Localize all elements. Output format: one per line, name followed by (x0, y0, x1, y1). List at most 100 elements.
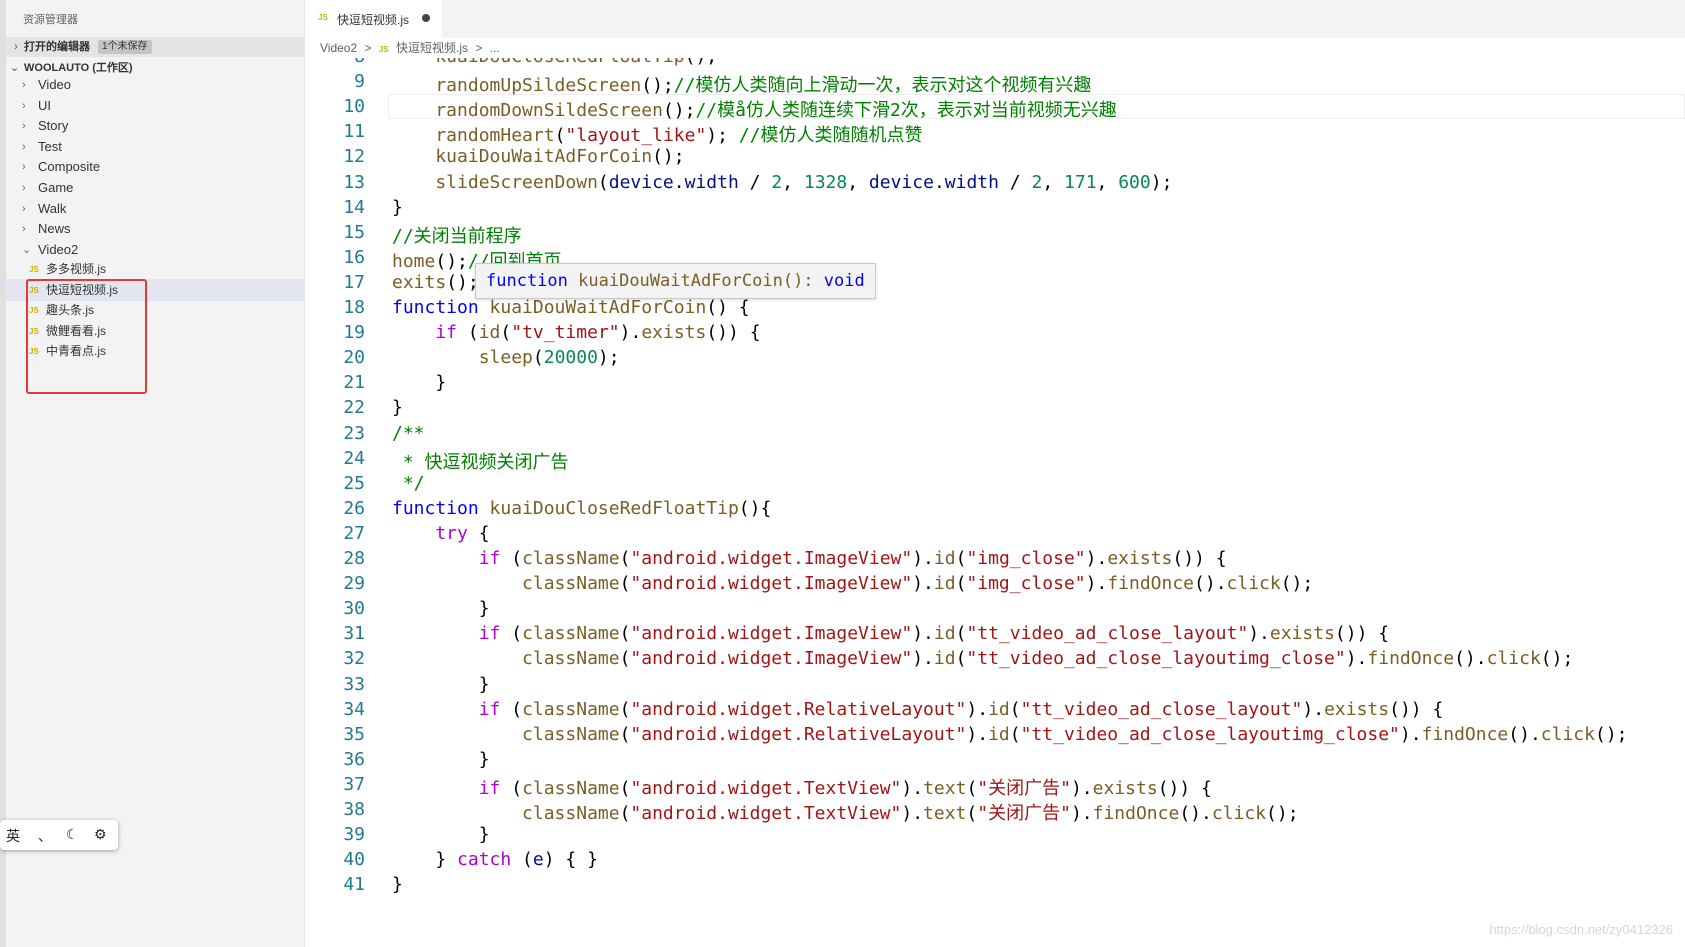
code-line[interactable]: } (392, 674, 490, 695)
code-line[interactable]: } (392, 824, 490, 845)
folder-video[interactable]: › Video (6, 74, 304, 96)
code-token: exists (1107, 548, 1173, 569)
code-token: slideScreenDown (392, 171, 598, 193)
code-token: ( (955, 623, 967, 645)
line-number: 41 (343, 874, 365, 896)
line-number: 31 (343, 623, 365, 645)
code-line[interactable]: } catch (e) { } (392, 849, 598, 870)
code-editor[interactable]: 8 kuaiDouCloseRedFloatTip();9 randomUpSi… (305, 58, 1685, 947)
line-number: 25 (343, 472, 365, 494)
explorer-sidebar: 资源管理器 › 打开的编辑器 1个未保存 ⌄ WOOLAUTO (工作区) › V… (0, 0, 305, 947)
code-line[interactable]: if (className("android.widget.ImageView"… (392, 623, 1389, 644)
code-token: 600 (1118, 171, 1151, 193)
folder-test[interactable]: › Test (6, 136, 304, 158)
folder-label: Video (38, 77, 72, 92)
code-line[interactable]: */ (392, 473, 425, 494)
folder-ui[interactable]: › UI (6, 95, 304, 117)
code-line[interactable]: className("android.widget.ImageView").id… (392, 648, 1573, 669)
code-token: ( (619, 548, 631, 569)
code-token: //关闭当前程序 (392, 225, 522, 247)
code-token: } (392, 824, 490, 846)
code-line[interactable]: if (className("android.widget.RelativeLa… (392, 698, 1444, 720)
code-line[interactable]: try { (392, 523, 489, 544)
code-token: "android.widget.RelativeLayout" (630, 723, 967, 745)
code-line[interactable]: } (392, 749, 490, 770)
folder-label: Walk (38, 200, 67, 216)
code-line[interactable]: kuaiDouWaitAdForCoin(); (392, 146, 684, 167)
open-editors-label: 打开的编辑器 (24, 41, 90, 53)
code-token: ). (912, 623, 934, 645)
code-token: /** (392, 422, 425, 444)
ime-punct-toggle[interactable]: 、 (38, 826, 52, 846)
code-line[interactable]: * 快逗视频关闭广告 (392, 448, 569, 474)
code-token: ). (1248, 623, 1270, 645)
code-token: "tt_video_ad_close_layout" (966, 623, 1249, 645)
code-token: (); (435, 250, 468, 272)
code-line[interactable]: /** (392, 423, 425, 444)
code-line[interactable]: } (392, 874, 403, 895)
code-line[interactable]: slideScreenDown(device.width / 2, 1328, … (392, 172, 1172, 193)
breadcrumb-folder[interactable]: Video2 (320, 41, 357, 55)
unsaved-badge: 1个未保存 (98, 40, 152, 54)
code-line[interactable]: //关闭当前程序 (392, 222, 522, 248)
line-number: 26 (343, 497, 365, 519)
code-token: , (1096, 171, 1119, 193)
code-token: "android.widget.ImageView" (630, 623, 913, 645)
code-line[interactable]: randomHeart("layout_like"); //模仿人类随随机点赞 (392, 121, 922, 147)
code-token: ( (619, 648, 631, 670)
code-line[interactable]: function kuaiDouCloseRedFloatTip(){ (392, 498, 771, 519)
code-line[interactable]: if (id("tv_timer").exists()) { (392, 322, 760, 343)
code-token: ( (619, 623, 631, 645)
code-token: function (392, 297, 479, 318)
code-token: "layout_like" (565, 125, 707, 147)
ime-lang-toggle[interactable]: 英 (6, 826, 20, 846)
code-line[interactable]: if (className("android.widget.TextView")… (392, 774, 1212, 800)
code-token: click (1226, 573, 1281, 595)
code-line[interactable]: } (392, 598, 490, 619)
unsaved-dot-icon[interactable] (422, 14, 430, 22)
code-token: 2 (1031, 171, 1043, 193)
code-token: findOnce (1367, 648, 1455, 670)
file-item[interactable]: JS 多多视频.js (6, 258, 304, 280)
code-token: , (847, 171, 869, 193)
code-line[interactable]: className("android.widget.ImageView").id… (392, 573, 1313, 594)
code-token: ( (554, 125, 566, 147)
code-token: ). (1085, 548, 1108, 569)
folder-composite[interactable]: › Composite (6, 156, 304, 178)
tab-kuaidou[interactable]: JS 快逗短视频.js (305, 0, 442, 38)
code-line[interactable]: } (392, 372, 446, 393)
code-line[interactable]: } (392, 197, 403, 218)
code-line[interactable]: if (className("android.widget.ImageView"… (392, 548, 1227, 569)
breadcrumb-file[interactable]: 快逗短视频.js (396, 41, 468, 55)
folder-label: Test (38, 138, 62, 154)
code-line[interactable]: randomUpSildeScreen();//模仿人类随向上滑动一次，表示对这… (392, 71, 1091, 97)
ime-toolbar[interactable]: 英 、 ☾ ⚙ (0, 820, 118, 850)
code-token: className (392, 648, 620, 670)
open-editors-section[interactable]: › 打开的编辑器 1个未保存 (6, 37, 304, 57)
code-line[interactable]: kuaiDouCloseRedFloatTip(); (392, 58, 717, 67)
line-number: 38 (343, 799, 365, 820)
code-line[interactable]: sleep(20000); (392, 347, 620, 368)
code-line[interactable]: className("android.widget.TextView").tex… (392, 799, 1299, 825)
code-token: } (392, 874, 403, 896)
folder-walk[interactable]: › Walk (6, 198, 304, 220)
breadcrumb-more[interactable]: ... (490, 41, 500, 55)
code-line[interactable]: } (392, 397, 403, 418)
line-number: 19 (343, 322, 365, 344)
code-line[interactable]: className("android.widget.RelativeLayout… (392, 723, 1627, 745)
code-token: } (392, 397, 403, 419)
gear-icon[interactable]: ⚙ (94, 826, 107, 843)
folder-story[interactable]: › Story (6, 115, 304, 137)
code-line[interactable]: randomDownSildeScreen();//模å仿人类随连续下滑2次，表… (392, 96, 1116, 122)
code-token: click (1540, 723, 1595, 745)
folder-news[interactable]: › News (6, 218, 304, 240)
folder-game[interactable]: › Game (6, 177, 304, 199)
code-token: exists (1324, 698, 1390, 720)
code-token: ()) { (1172, 548, 1227, 569)
code-token: click (1211, 803, 1267, 824)
code-line[interactable]: function kuaiDouWaitAdForCoin() { (392, 297, 750, 318)
chevron-right-icon: › (22, 223, 26, 236)
code-token: catch (457, 849, 512, 871)
code-token: ( (955, 548, 967, 569)
moon-icon[interactable]: ☾ (66, 826, 79, 843)
